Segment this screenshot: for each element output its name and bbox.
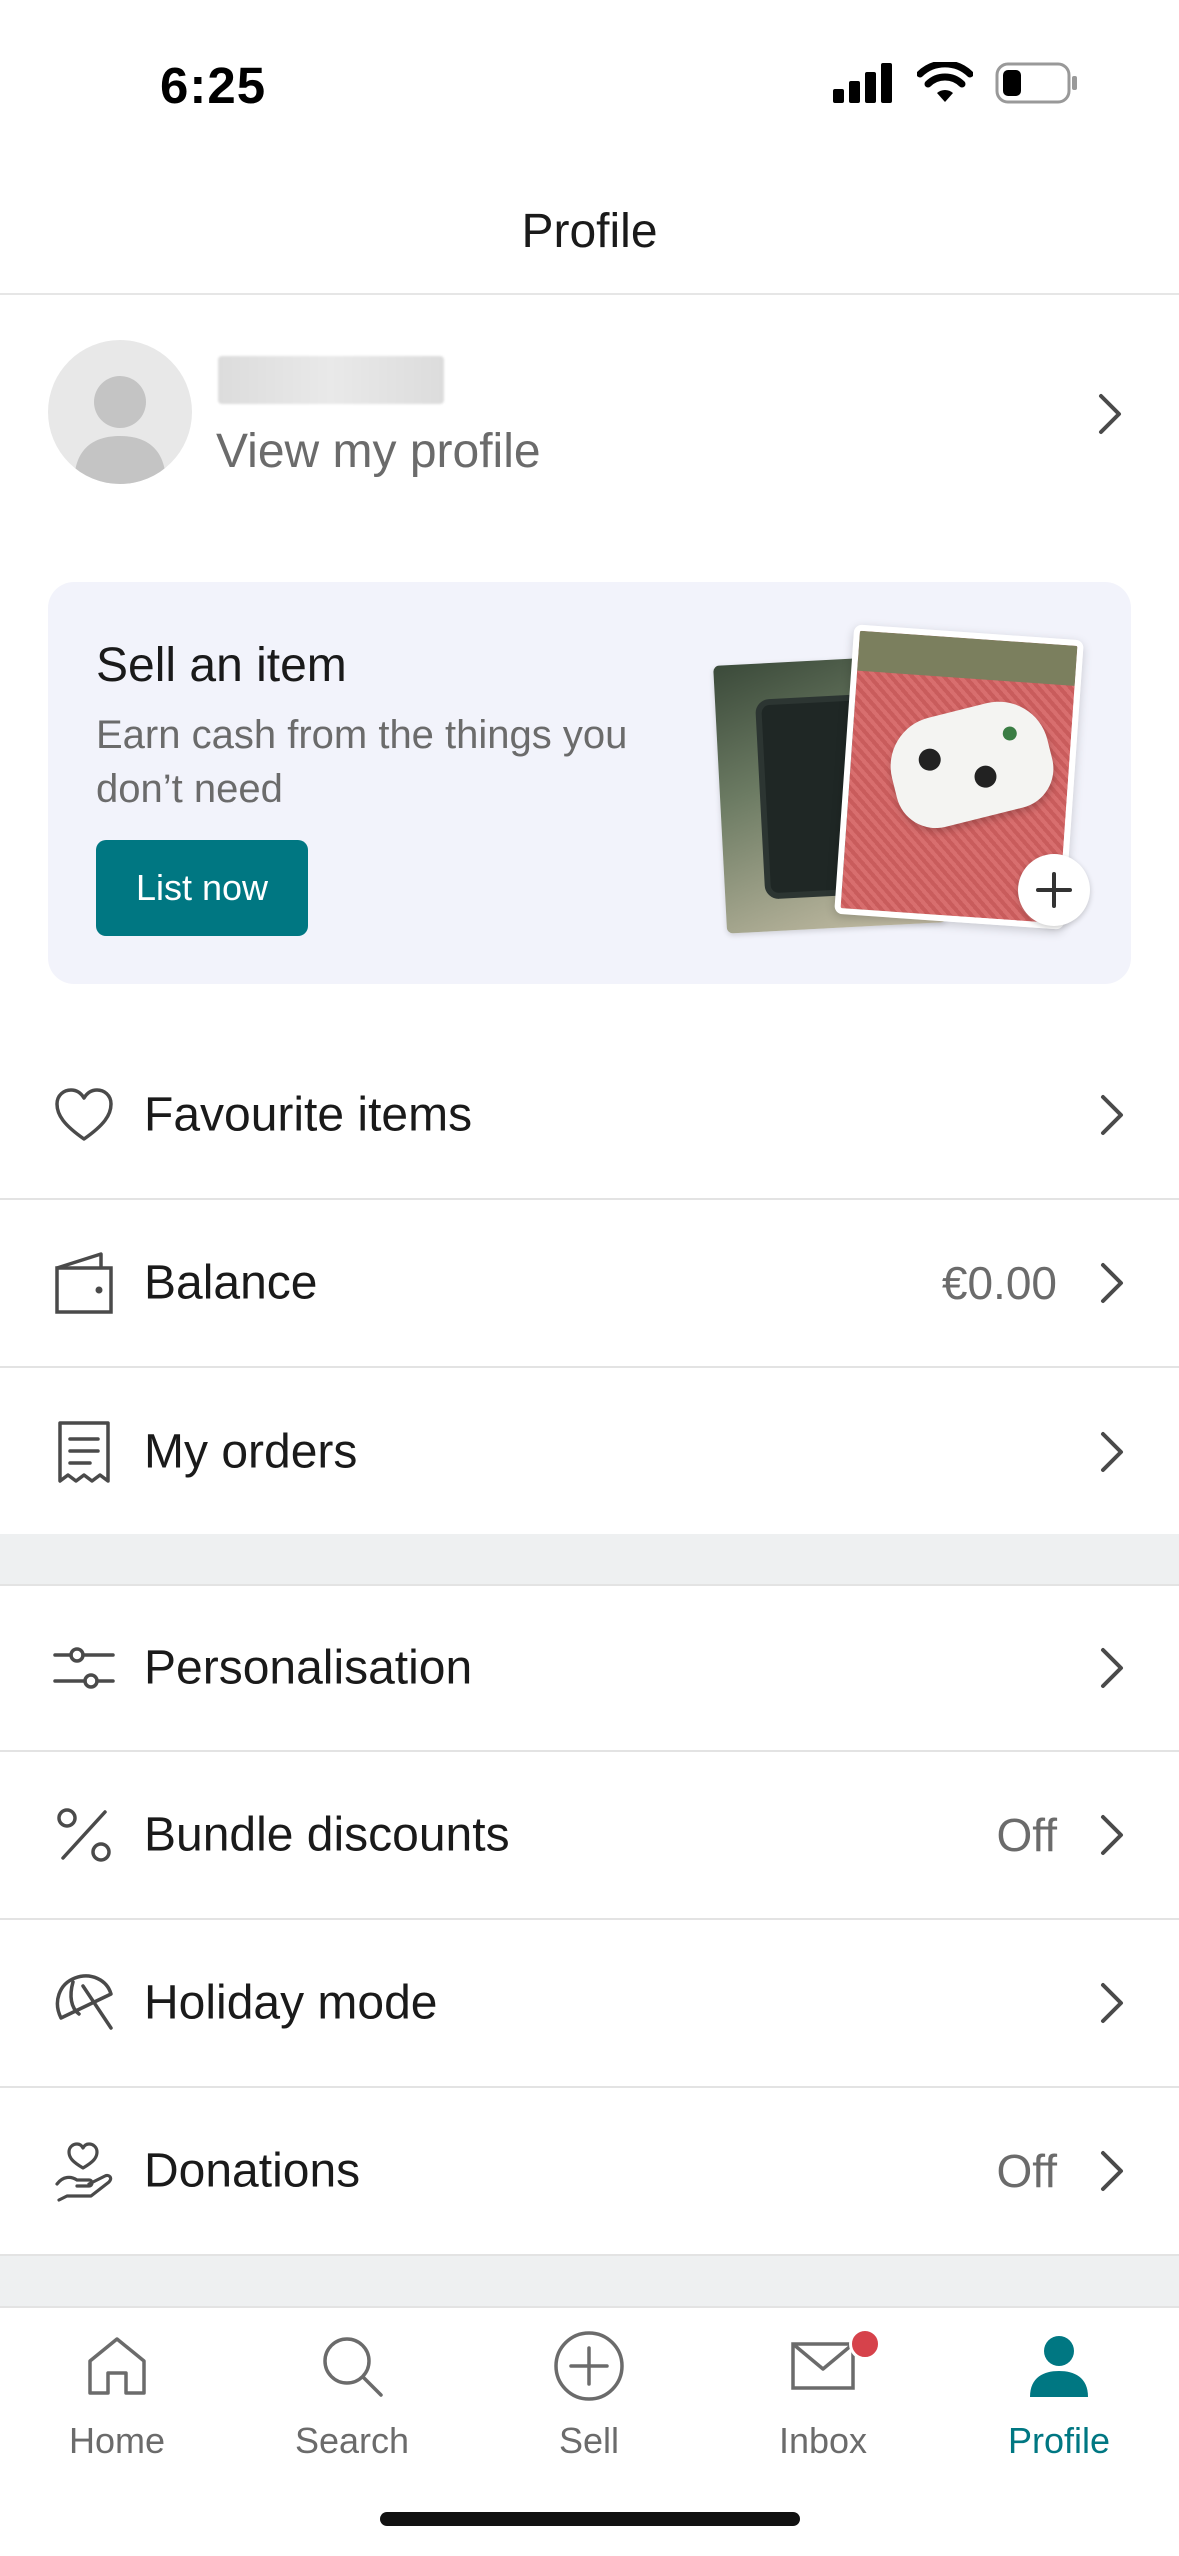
umbrella-off-icon	[52, 1971, 116, 2035]
receipt-icon	[52, 1420, 116, 1484]
tab-label: Profile	[1007, 2420, 1111, 2461]
page-title: Profile	[521, 205, 658, 258]
tab-inbox[interactable]: Inbox	[723, 2328, 923, 2478]
chevron-right-icon	[1101, 1263, 1123, 1303]
home-indicator	[380, 2512, 800, 2526]
percent-icon	[52, 1803, 116, 1867]
sell-item-card: Sell an item Earn cash from the things y…	[48, 582, 1131, 984]
menu-item-donations[interactable]: Donations Off	[0, 2088, 1179, 2256]
menu-label: Holiday mode	[144, 1976, 438, 2030]
add-photo-icon	[1018, 854, 1090, 926]
menu-item-balance[interactable]: Balance €0.00	[0, 1200, 1179, 1368]
menu-label: Bundle discounts	[144, 1808, 510, 1862]
section-divider	[0, 2256, 1179, 2306]
status-icons	[833, 62, 1079, 104]
signal-icon	[833, 63, 892, 103]
view-profile-link[interactable]: View my profile	[216, 424, 541, 479]
tab-search[interactable]: Search	[252, 2328, 452, 2478]
tab-label: Search	[294, 2420, 410, 2461]
sell-card-subtitle: Earn cash from the things you don’t need	[96, 713, 628, 811]
tab-profile[interactable]: Profile	[959, 2328, 1159, 2478]
menu-item-my-orders[interactable]: My orders	[0, 1368, 1179, 1536]
plus-circle-icon	[489, 2328, 689, 2404]
status-time: 6:25	[160, 57, 267, 114]
menu-item-bundle-discounts[interactable]: Bundle discounts Off	[0, 1752, 1179, 1920]
status-bar: 6:25	[0, 0, 1179, 170]
username-redacted	[218, 356, 444, 404]
chevron-right-icon	[1099, 394, 1121, 434]
wifi-icon	[917, 62, 973, 102]
menu-item-favourite-items[interactable]: Favourite items	[0, 1032, 1179, 1200]
avatar-placeholder-icon	[74, 376, 166, 484]
bundle-status: Off	[996, 1809, 1057, 1861]
mail-icon	[723, 2328, 923, 2404]
profile-row[interactable]: View my profile	[0, 340, 1179, 488]
heart-icon	[52, 1083, 116, 1147]
chevron-right-icon	[1101, 2151, 1123, 2191]
search-icon	[252, 2328, 452, 2404]
chevron-right-icon	[1101, 1432, 1123, 1472]
menu-label: Personalisation	[144, 1641, 473, 1695]
sliders-icon	[52, 1636, 116, 1700]
chevron-right-icon	[1101, 1648, 1123, 1688]
unread-badge	[849, 2328, 881, 2360]
wallet-icon	[52, 1251, 116, 1315]
home-icon	[17, 2328, 217, 2404]
menu-label: Donations	[144, 2144, 361, 2198]
menu-label: Balance	[144, 1256, 318, 1310]
donations-status: Off	[996, 2145, 1057, 2197]
menu-label: My orders	[144, 1425, 358, 1479]
battery-icon	[995, 62, 1077, 104]
chevron-right-icon	[1101, 1095, 1123, 1135]
person-icon	[959, 2328, 1159, 2404]
tab-label: Sell	[558, 2420, 620, 2461]
chevron-right-icon	[1101, 1983, 1123, 2023]
tab-sell[interactable]: Sell	[489, 2328, 689, 2478]
section-divider	[0, 1534, 1179, 1584]
sell-card-title: Sell an item	[96, 639, 347, 692]
menu-item-personalisation[interactable]: Personalisation	[0, 1584, 1179, 1752]
tab-home[interactable]: Home	[17, 2328, 217, 2478]
heart-hand-icon	[52, 2139, 116, 2203]
menu-item-holiday-mode[interactable]: Holiday mode	[0, 1920, 1179, 2088]
menu-label: Favourite items	[144, 1088, 473, 1142]
chevron-right-icon	[1101, 1815, 1123, 1855]
list-now-button[interactable]: List now	[96, 840, 308, 936]
header: Profile	[0, 170, 1179, 295]
tab-label: Inbox	[778, 2420, 868, 2461]
balance-value: €0.00	[941, 1257, 1057, 1309]
avatar	[48, 340, 192, 484]
tab-label: Home	[68, 2420, 166, 2461]
